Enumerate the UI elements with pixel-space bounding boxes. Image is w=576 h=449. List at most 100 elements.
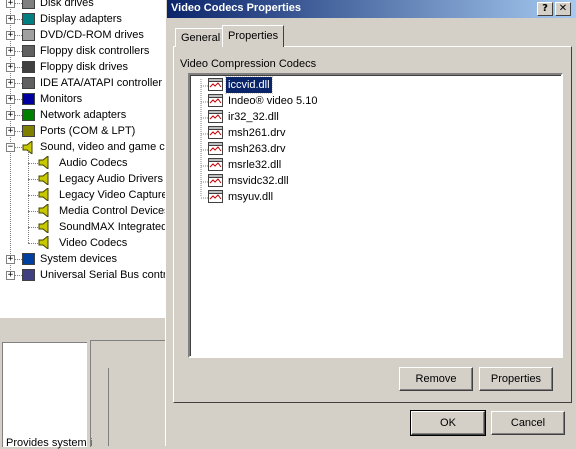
expand-icon[interactable]: +	[6, 95, 15, 104]
floppy-controller-icon	[22, 45, 35, 57]
tab-general[interactable]: General	[175, 28, 227, 47]
tree-child-label: Audio Codecs	[59, 157, 128, 169]
network-adapter-icon	[22, 109, 35, 121]
tree-branch-line	[15, 51, 22, 52]
codec-label: msvidc32.dll	[228, 175, 289, 187]
dll-file-icon	[208, 126, 223, 139]
tree-item-label: Sound, video and game c	[40, 141, 165, 153]
tree-branch-line	[28, 227, 38, 228]
tree-item-label: System devices	[40, 253, 118, 265]
tree-child-label: SoundMAX Integrated	[59, 221, 166, 233]
expand-icon[interactable]: +	[6, 0, 15, 8]
tree-branch-line	[15, 131, 22, 132]
remove-button-label: Remove	[415, 373, 457, 385]
tree-item[interactable]: + Disk drives	[0, 0, 166, 11]
tree-branch-line	[28, 163, 38, 164]
tree-item-label: DVD/CD-ROM drives	[40, 29, 144, 41]
codec-item[interactable]: msh263.drv	[208, 141, 408, 157]
codec-item[interactable]: msyuv.dll	[208, 189, 408, 205]
expand-icon[interactable]: +	[6, 63, 15, 72]
tree-item-label: Display adapters	[40, 13, 122, 25]
tree-item[interactable]: + DVD/CD-ROM drives	[0, 27, 166, 43]
close-button[interactable]: ✕	[555, 2, 571, 16]
tree-child-item[interactable]: SoundMAX Integrated	[0, 218, 166, 235]
dll-file-icon	[208, 110, 223, 123]
tree-item-label: Network adapters	[40, 109, 127, 121]
tree-item[interactable]: + System devices	[0, 251, 166, 267]
codec-label: msyuv.dll	[228, 191, 274, 203]
tree-child-item[interactable]: Media Control Devices	[0, 202, 166, 219]
expand-icon[interactable]: +	[6, 127, 15, 136]
cancel-button[interactable]: Cancel	[491, 411, 565, 435]
description-text: Provides system i	[6, 437, 93, 449]
device-manager-tree[interactable]: + Disk drives + Display adapters + DVD/CD-ROM…	[0, 0, 166, 318]
ok-button[interactable]: OK	[410, 410, 486, 436]
codec-tree-list[interactable]: iccvid.dll Indeo® video 5.10 ir32_32.dllms…	[188, 73, 563, 358]
remove-button[interactable]: Remove	[399, 367, 473, 391]
codec-item[interactable]: msvidc32.dll	[208, 173, 408, 189]
tree-item[interactable]: + IDE ATA/ATAPI controller	[0, 75, 166, 91]
speaker-icon	[38, 186, 52, 203]
tree-branch-line	[28, 195, 38, 196]
codec-label: msh261.drv	[228, 127, 286, 139]
dll-file-icon	[208, 158, 223, 171]
speaker-icon	[22, 139, 33, 156]
expand-icon[interactable]: +	[6, 255, 15, 264]
close-icon: ✕	[558, 3, 568, 14]
expand-icon[interactable]: +	[6, 47, 15, 56]
monitor-icon	[22, 93, 35, 105]
device-manager-lower-pane: Provides system i	[0, 318, 167, 449]
tree-item[interactable]: + Floppy disk controllers	[0, 43, 166, 59]
usb-icon	[22, 269, 35, 281]
tree-child-item[interactable]: Legacy Video Capture	[0, 186, 166, 203]
expand-icon[interactable]: +	[6, 111, 15, 120]
group-label: Video Compression Codecs	[180, 58, 317, 70]
tree-item[interactable]: − Sound, video and game c	[0, 139, 166, 156]
speaker-icon	[38, 202, 52, 219]
speaker-icon	[38, 218, 52, 235]
tree-branch-line	[15, 3, 22, 4]
dll-file-icon	[208, 78, 223, 91]
tree-item[interactable]: + Display adapters	[0, 11, 166, 27]
speaker-icon	[38, 170, 52, 187]
tree-branch-line	[15, 67, 22, 68]
dll-file-icon	[208, 174, 223, 187]
display-adapter-icon	[22, 13, 35, 25]
codec-item[interactable]: iccvid.dll	[208, 76, 408, 94]
tree-item-label: Floppy disk controllers	[40, 45, 150, 57]
tree-child-item[interactable]: Legacy Audio Drivers	[0, 170, 166, 187]
ide-controller-icon	[22, 77, 35, 89]
tree-branch-line	[15, 35, 22, 36]
tree-child-item[interactable]: Audio Codecs	[0, 154, 166, 171]
tree-branch-line	[28, 243, 38, 244]
ok-button-label: OK	[440, 417, 456, 429]
collapse-icon[interactable]: −	[6, 143, 15, 152]
codec-item[interactable]: msh261.drv	[208, 125, 408, 141]
tree-child-label: Legacy Audio Drivers	[59, 173, 163, 185]
dll-file-icon	[208, 142, 223, 155]
codec-item[interactable]: ir32_32.dll	[208, 109, 408, 125]
tree-child-item[interactable]: Video Codecs	[0, 234, 166, 251]
properties-button[interactable]: Properties	[479, 367, 553, 391]
description-pane: Provides system i	[2, 342, 92, 449]
expand-icon[interactable]: +	[6, 15, 15, 24]
tree-branch-line	[15, 83, 22, 84]
help-icon: ?	[542, 3, 548, 14]
tree-item[interactable]: + Ports (COM & LPT)	[0, 123, 166, 139]
floppy-drive-icon	[22, 61, 35, 73]
help-button[interactable]: ?	[537, 2, 553, 16]
dialog-title: Video Codecs Properties	[171, 2, 302, 14]
tab-properties[interactable]: Properties	[222, 25, 285, 47]
codec-item[interactable]: Indeo® video 5.10	[208, 93, 408, 109]
dialog-titlebar[interactable]: Video Codecs Properties ? ✕	[167, 0, 576, 18]
tree-item[interactable]: + Monitors	[0, 91, 166, 107]
expand-icon[interactable]: +	[6, 271, 15, 280]
codec-item[interactable]: msrle32.dll	[208, 157, 408, 173]
tree-item[interactable]: + Universal Serial Bus contr	[0, 267, 166, 283]
speaker-icon	[38, 154, 52, 171]
expand-icon[interactable]: +	[6, 79, 15, 88]
tree-item[interactable]: + Floppy disk drives	[0, 59, 166, 75]
expand-icon[interactable]: +	[6, 31, 15, 40]
tree-item-label: IDE ATA/ATAPI controller	[40, 77, 163, 89]
tree-item[interactable]: + Network adapters	[0, 107, 166, 123]
